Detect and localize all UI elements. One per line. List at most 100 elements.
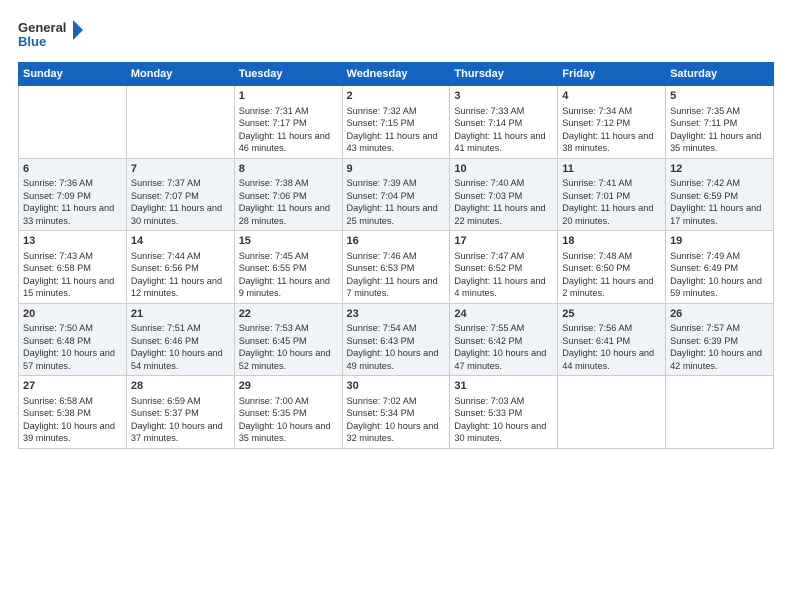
day-info: Sunrise: 7:31 AM Sunset: 7:17 PM Dayligh… xyxy=(239,105,338,155)
calendar-cell xyxy=(19,86,127,159)
calendar-cell: 18Sunrise: 7:48 AM Sunset: 6:50 PM Dayli… xyxy=(558,231,666,304)
week-row-3: 13Sunrise: 7:43 AM Sunset: 6:58 PM Dayli… xyxy=(19,231,774,304)
day-info: Sunrise: 6:58 AM Sunset: 5:38 PM Dayligh… xyxy=(23,395,122,445)
week-row-2: 6Sunrise: 7:36 AM Sunset: 7:09 PM Daylig… xyxy=(19,158,774,231)
day-number: 11 xyxy=(562,162,661,177)
day-number: 1 xyxy=(239,89,338,104)
day-number: 12 xyxy=(670,162,769,177)
weekday-header-friday: Friday xyxy=(558,63,666,86)
calendar-cell: 16Sunrise: 7:46 AM Sunset: 6:53 PM Dayli… xyxy=(342,231,450,304)
day-number: 27 xyxy=(23,379,122,394)
day-info: Sunrise: 7:55 AM Sunset: 6:42 PM Dayligh… xyxy=(454,322,553,372)
day-number: 10 xyxy=(454,162,553,177)
day-number: 9 xyxy=(347,162,446,177)
weekday-header-sunday: Sunday xyxy=(19,63,127,86)
week-row-1: 1Sunrise: 7:31 AM Sunset: 7:17 PM Daylig… xyxy=(19,86,774,159)
calendar-cell: 20Sunrise: 7:50 AM Sunset: 6:48 PM Dayli… xyxy=(19,303,127,376)
calendar-cell: 12Sunrise: 7:42 AM Sunset: 6:59 PM Dayli… xyxy=(666,158,774,231)
day-number: 8 xyxy=(239,162,338,177)
day-info: Sunrise: 7:03 AM Sunset: 5:33 PM Dayligh… xyxy=(454,395,553,445)
day-info: Sunrise: 7:02 AM Sunset: 5:34 PM Dayligh… xyxy=(347,395,446,445)
day-number: 23 xyxy=(347,307,446,322)
day-info: Sunrise: 7:45 AM Sunset: 6:55 PM Dayligh… xyxy=(239,250,338,300)
day-info: Sunrise: 7:39 AM Sunset: 7:04 PM Dayligh… xyxy=(347,177,446,227)
calendar-cell: 8Sunrise: 7:38 AM Sunset: 7:06 PM Daylig… xyxy=(234,158,342,231)
day-info: Sunrise: 7:56 AM Sunset: 6:41 PM Dayligh… xyxy=(562,322,661,372)
calendar-cell xyxy=(666,376,774,449)
calendar-cell: 2Sunrise: 7:32 AM Sunset: 7:15 PM Daylig… xyxy=(342,86,450,159)
calendar-cell: 1Sunrise: 7:31 AM Sunset: 7:17 PM Daylig… xyxy=(234,86,342,159)
weekday-header-monday: Monday xyxy=(126,63,234,86)
day-number: 31 xyxy=(454,379,553,394)
logo: GeneralBlue xyxy=(18,18,88,52)
calendar-cell: 25Sunrise: 7:56 AM Sunset: 6:41 PM Dayli… xyxy=(558,303,666,376)
day-info: Sunrise: 7:50 AM Sunset: 6:48 PM Dayligh… xyxy=(23,322,122,372)
page: GeneralBlue SundayMondayTuesdayWednesday… xyxy=(0,0,792,459)
calendar-cell: 6Sunrise: 7:36 AM Sunset: 7:09 PM Daylig… xyxy=(19,158,127,231)
day-info: Sunrise: 7:49 AM Sunset: 6:49 PM Dayligh… xyxy=(670,250,769,300)
day-number: 7 xyxy=(131,162,230,177)
calendar-cell: 3Sunrise: 7:33 AM Sunset: 7:14 PM Daylig… xyxy=(450,86,558,159)
calendar-cell: 9Sunrise: 7:39 AM Sunset: 7:04 PM Daylig… xyxy=(342,158,450,231)
day-info: Sunrise: 7:48 AM Sunset: 6:50 PM Dayligh… xyxy=(562,250,661,300)
day-number: 28 xyxy=(131,379,230,394)
day-info: Sunrise: 7:34 AM Sunset: 7:12 PM Dayligh… xyxy=(562,105,661,155)
day-number: 14 xyxy=(131,234,230,249)
day-number: 20 xyxy=(23,307,122,322)
header: GeneralBlue xyxy=(18,18,774,52)
calendar-cell xyxy=(558,376,666,449)
logo-icon: GeneralBlue xyxy=(18,18,88,52)
calendar-cell: 22Sunrise: 7:53 AM Sunset: 6:45 PM Dayli… xyxy=(234,303,342,376)
day-number: 13 xyxy=(23,234,122,249)
calendar-cell: 15Sunrise: 7:45 AM Sunset: 6:55 PM Dayli… xyxy=(234,231,342,304)
calendar-cell: 10Sunrise: 7:40 AM Sunset: 7:03 PM Dayli… xyxy=(450,158,558,231)
day-number: 18 xyxy=(562,234,661,249)
calendar-cell: 4Sunrise: 7:34 AM Sunset: 7:12 PM Daylig… xyxy=(558,86,666,159)
day-info: Sunrise: 7:00 AM Sunset: 5:35 PM Dayligh… xyxy=(239,395,338,445)
day-info: Sunrise: 7:38 AM Sunset: 7:06 PM Dayligh… xyxy=(239,177,338,227)
day-number: 3 xyxy=(454,89,553,104)
day-number: 2 xyxy=(347,89,446,104)
day-number: 26 xyxy=(670,307,769,322)
svg-text:General: General xyxy=(18,20,66,35)
weekday-header-wednesday: Wednesday xyxy=(342,63,450,86)
day-info: Sunrise: 7:37 AM Sunset: 7:07 PM Dayligh… xyxy=(131,177,230,227)
calendar-cell: 14Sunrise: 7:44 AM Sunset: 6:56 PM Dayli… xyxy=(126,231,234,304)
day-number: 16 xyxy=(347,234,446,249)
day-info: Sunrise: 6:59 AM Sunset: 5:37 PM Dayligh… xyxy=(131,395,230,445)
calendar-cell: 21Sunrise: 7:51 AM Sunset: 6:46 PM Dayli… xyxy=(126,303,234,376)
weekday-header-row: SundayMondayTuesdayWednesdayThursdayFrid… xyxy=(19,63,774,86)
calendar-cell: 28Sunrise: 6:59 AM Sunset: 5:37 PM Dayli… xyxy=(126,376,234,449)
calendar: SundayMondayTuesdayWednesdayThursdayFrid… xyxy=(18,62,774,449)
day-number: 30 xyxy=(347,379,446,394)
day-info: Sunrise: 7:41 AM Sunset: 7:01 PM Dayligh… xyxy=(562,177,661,227)
calendar-cell: 7Sunrise: 7:37 AM Sunset: 7:07 PM Daylig… xyxy=(126,158,234,231)
day-number: 6 xyxy=(23,162,122,177)
calendar-cell: 5Sunrise: 7:35 AM Sunset: 7:11 PM Daylig… xyxy=(666,86,774,159)
day-number: 22 xyxy=(239,307,338,322)
calendar-cell: 24Sunrise: 7:55 AM Sunset: 6:42 PM Dayli… xyxy=(450,303,558,376)
calendar-cell: 19Sunrise: 7:49 AM Sunset: 6:49 PM Dayli… xyxy=(666,231,774,304)
day-info: Sunrise: 7:42 AM Sunset: 6:59 PM Dayligh… xyxy=(670,177,769,227)
calendar-cell: 27Sunrise: 6:58 AM Sunset: 5:38 PM Dayli… xyxy=(19,376,127,449)
day-number: 29 xyxy=(239,379,338,394)
calendar-cell: 17Sunrise: 7:47 AM Sunset: 6:52 PM Dayli… xyxy=(450,231,558,304)
calendar-cell: 26Sunrise: 7:57 AM Sunset: 6:39 PM Dayli… xyxy=(666,303,774,376)
day-number: 21 xyxy=(131,307,230,322)
svg-text:Blue: Blue xyxy=(18,34,46,49)
day-info: Sunrise: 7:57 AM Sunset: 6:39 PM Dayligh… xyxy=(670,322,769,372)
day-info: Sunrise: 7:54 AM Sunset: 6:43 PM Dayligh… xyxy=(347,322,446,372)
day-number: 4 xyxy=(562,89,661,104)
day-info: Sunrise: 7:36 AM Sunset: 7:09 PM Dayligh… xyxy=(23,177,122,227)
day-number: 15 xyxy=(239,234,338,249)
day-info: Sunrise: 7:51 AM Sunset: 6:46 PM Dayligh… xyxy=(131,322,230,372)
day-number: 5 xyxy=(670,89,769,104)
calendar-cell: 23Sunrise: 7:54 AM Sunset: 6:43 PM Dayli… xyxy=(342,303,450,376)
calendar-cell: 13Sunrise: 7:43 AM Sunset: 6:58 PM Dayli… xyxy=(19,231,127,304)
calendar-cell xyxy=(126,86,234,159)
day-info: Sunrise: 7:43 AM Sunset: 6:58 PM Dayligh… xyxy=(23,250,122,300)
day-number: 17 xyxy=(454,234,553,249)
calendar-cell: 11Sunrise: 7:41 AM Sunset: 7:01 PM Dayli… xyxy=(558,158,666,231)
day-info: Sunrise: 7:35 AM Sunset: 7:11 PM Dayligh… xyxy=(670,105,769,155)
weekday-header-saturday: Saturday xyxy=(666,63,774,86)
